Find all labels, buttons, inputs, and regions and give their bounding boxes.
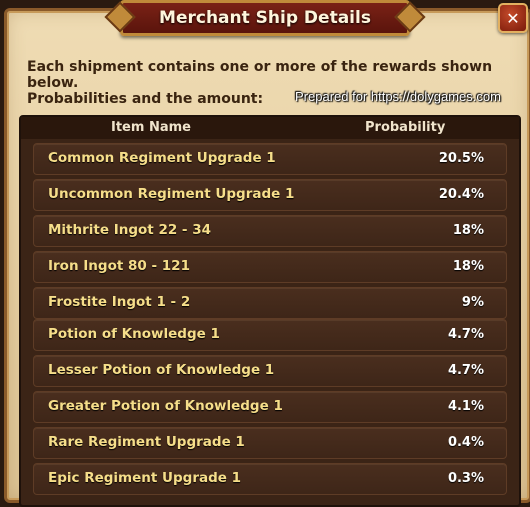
- table-row: Rare Regiment Upgrade 1 0.4%: [33, 427, 507, 459]
- item-probability: 4.7%: [447, 363, 484, 378]
- item-probability: 9%: [461, 295, 484, 310]
- table-row: Epic Regiment Upgrade 1 0.3%: [33, 463, 507, 495]
- dialog-subheading: Probabilities and the amount:: [27, 91, 264, 107]
- title-banner: Merchant Ship Details: [104, 0, 426, 36]
- item-name: Mithrite Ingot 22 - 34: [48, 222, 212, 238]
- close-icon: ✕: [506, 8, 520, 28]
- table-row: Mithrite Ingot 22 - 34 18%: [33, 215, 507, 247]
- table-header: Item Name Probability: [21, 117, 519, 139]
- item-probability: 18%: [452, 223, 484, 238]
- item-name: Rare Regiment Upgrade 1: [48, 434, 245, 450]
- table-row: Uncommon Regiment Upgrade 1 20.4%: [33, 179, 507, 211]
- rewards-table: Item Name Probability Common Regiment Up…: [19, 115, 521, 507]
- item-name: Potion of Knowledge 1: [48, 326, 220, 342]
- item-probability: 20.5%: [438, 151, 484, 166]
- item-name: Greater Potion of Knowledge 1: [48, 398, 283, 414]
- item-name: Common Regiment Upgrade 1: [48, 150, 276, 166]
- table-row: Greater Potion of Knowledge 1 4.1%: [33, 391, 507, 423]
- table-row: Frostite Ingot 1 - 2 9%: [33, 287, 507, 319]
- item-probability: 0.3%: [447, 471, 484, 486]
- table-row: Lesser Potion of Knowledge 1 4.7%: [33, 355, 507, 387]
- item-name: Uncommon Regiment Upgrade 1: [48, 186, 295, 202]
- dialog-description: Each shipment contains one or more of th…: [27, 59, 493, 91]
- watermark-text: Prepared for https://dolygames.com: [295, 89, 501, 104]
- item-name: Iron Ingot 80 - 121: [48, 258, 190, 274]
- item-probability: 18%: [452, 259, 484, 274]
- item-name: Lesser Potion of Knowledge 1: [48, 362, 275, 378]
- header-probability: Probability: [365, 120, 446, 135]
- table-row: Potion of Knowledge 1 4.7%: [33, 319, 507, 351]
- item-probability: 0.4%: [447, 435, 484, 450]
- merchant-ship-dialog: Each shipment contains one or more of th…: [4, 8, 530, 507]
- table-row: Common Regiment Upgrade 1 20.5%: [33, 143, 507, 175]
- header-item-name: Item Name: [111, 120, 191, 135]
- close-button[interactable]: ✕: [498, 3, 528, 33]
- table-row: Iron Ingot 80 - 121 18%: [33, 251, 507, 283]
- item-name: Epic Regiment Upgrade 1: [48, 470, 242, 486]
- item-probability: 20.4%: [438, 187, 484, 202]
- dialog-title: Merchant Ship Details: [159, 8, 371, 28]
- item-probability: 4.7%: [447, 327, 484, 342]
- item-probability: 4.1%: [447, 399, 484, 414]
- item-name: Frostite Ingot 1 - 2: [48, 294, 191, 310]
